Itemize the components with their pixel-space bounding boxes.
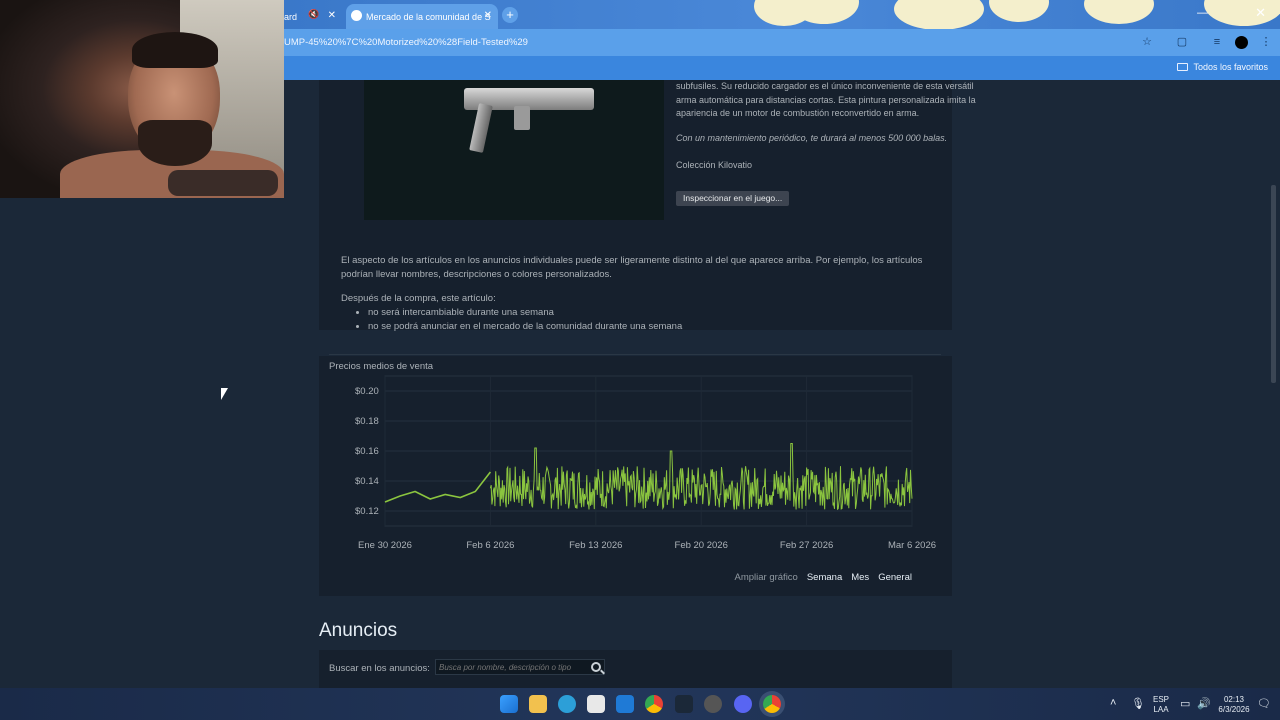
range-week-link[interactable]: Semana: [807, 572, 842, 583]
y-tick-label: $0.14: [355, 476, 379, 487]
price-history-chart: $0.20 $0.18 $0.16 $0.14 $0.12 Ene 30 2026 Feb …: [319, 356, 952, 596]
search-label: Buscar en los anuncios:: [329, 663, 430, 674]
tab-active-label: Mercado de la comunidad de S: [366, 11, 491, 22]
volume-icon[interactable]: 🔊: [1197, 697, 1211, 710]
webcam-person-hands: [168, 170, 278, 196]
chart-canvas[interactable]: $0.20 $0.18 $0.16 $0.14 $0.12 Ene 30 2026 Feb …: [319, 356, 952, 596]
cloud-decoration: [894, 0, 984, 29]
x-tick-label: Ene 30 2026: [358, 540, 412, 551]
chart-range-controls: Ampliar gráfico Semana Mes General: [734, 572, 912, 583]
url-text[interactable]: UMP-45%20%7C%20Motorized%20%28Field-Test…: [284, 37, 528, 48]
language-code: ESP: [1153, 695, 1170, 704]
cloud-decoration: [1084, 0, 1154, 24]
range-general-link[interactable]: General: [878, 572, 912, 583]
search-icon[interactable]: [591, 662, 601, 672]
x-tick-label: Feb 13 2026: [569, 540, 622, 551]
app-icon[interactable]: [704, 695, 722, 713]
browser-tab-bar: ard 🔇 ✕ Mercado de la comunidad de S ✕ +…: [284, 0, 1280, 29]
mute-icon[interactable]: 🔇: [308, 9, 319, 20]
tab-previous-label: ard: [284, 11, 298, 22]
cloud-decoration: [1204, 0, 1280, 26]
inspect-in-game-button[interactable]: Inspeccionar en el juego...: [676, 191, 790, 206]
x-tick-label: Feb 20 2026: [675, 540, 728, 551]
range-month-link[interactable]: Mes: [851, 572, 869, 583]
notifications-icon[interactable]: 🗨: [1257, 697, 1271, 710]
search-input[interactable]: [435, 659, 605, 675]
chrome-icon[interactable]: [645, 695, 663, 713]
discord-icon[interactable]: [734, 695, 752, 713]
item-image: [364, 80, 664, 220]
clock[interactable]: 02:13 6/3/2026: [1216, 695, 1252, 715]
store-icon[interactable]: [587, 695, 605, 713]
chart-title: Precios medios de venta: [329, 361, 434, 372]
listings-heading: Anuncios: [319, 620, 398, 641]
bookmarks-bar: Todos los favoritos: [284, 56, 1280, 80]
tab-previous[interactable]: ard 🔇 ✕: [284, 4, 342, 29]
edge-icon[interactable]: [558, 695, 576, 713]
address-bar[interactable]: UMP-45%20%7C%20Motorized%20%28Field-Test…: [284, 29, 1280, 56]
item-collection: Colección Kilovatio: [676, 160, 753, 170]
x-tick-label: Feb 6 2026: [466, 540, 514, 551]
weapon-magazine: [514, 106, 530, 130]
windows-taskbar: ˄ 🎙 ESP LAA ▭ 🔊 02:13 6/3/2026 🗨: [0, 688, 1280, 720]
chrome-active-icon[interactable]: [763, 695, 781, 713]
star-icon[interactable]: ☆: [1141, 36, 1153, 48]
network-icon[interactable]: ▭: [1180, 697, 1190, 710]
mouse-cursor: [221, 388, 228, 400]
profile-avatar[interactable]: [1235, 36, 1248, 49]
menu-icon[interactable]: ⋮: [1260, 36, 1272, 48]
tab-active[interactable]: Mercado de la comunidad de S ✕: [346, 4, 498, 29]
x-tick-label: Mar 6 2026: [888, 540, 936, 551]
reading-list-icon[interactable]: ≡: [1211, 36, 1223, 48]
minimize-icon[interactable]: —: [1197, 7, 1208, 19]
appearance-note: El aspecto de los artículos en los anunc…: [341, 255, 923, 280]
language-indicator[interactable]: ESP LAA: [1153, 695, 1169, 715]
close-icon[interactable]: ✕: [328, 10, 336, 21]
x-tick-label: Feb 27 2026: [780, 540, 833, 551]
close-icon[interactable]: ✕: [484, 10, 492, 21]
y-tick-label: $0.12: [355, 506, 379, 517]
item-quote: Con un mantenimiento periódico, te durar…: [676, 133, 948, 143]
clock-time: 02:13: [1223, 695, 1245, 704]
webcam-person-beard: [138, 120, 212, 166]
webcam-overlay: [0, 0, 284, 198]
list-item: no se podrá anunciar en el mercado de la…: [368, 320, 682, 334]
steam-taskbar-icon[interactable]: [675, 695, 693, 713]
mail-icon[interactable]: [616, 695, 634, 713]
divider: [329, 354, 941, 355]
y-tick-label: $0.16: [355, 446, 379, 457]
market-page: subfusiles. Su reducido cargador es el ú…: [284, 80, 1280, 688]
webcam-person-hair: [132, 32, 218, 68]
window-close-icon[interactable]: ✕: [1255, 5, 1266, 21]
list-item: no será intercambiable durante una seman…: [368, 306, 682, 320]
keyboard-layout: LAA: [1153, 705, 1169, 714]
item-description: subfusiles. Su reducido cargador es el ú…: [676, 81, 976, 118]
clock-date: 6/3/2026: [1218, 705, 1250, 714]
restriction-list: no será intercambiable durante una seman…: [368, 306, 682, 333]
listings-search-panel: Buscar en los anuncios:: [319, 650, 952, 688]
weapon-grip: [469, 103, 493, 153]
steam-icon: [351, 10, 362, 21]
extensions-icon[interactable]: ▢: [1176, 36, 1188, 48]
all-bookmarks-folder[interactable]: Todos los favoritos: [1177, 62, 1268, 72]
y-tick-label: $0.18: [355, 416, 379, 427]
start-icon[interactable]: [500, 695, 518, 713]
all-bookmarks-label: Todos los favoritos: [1193, 62, 1268, 72]
cloud-decoration: [989, 0, 1049, 22]
new-tab-button[interactable]: +: [502, 7, 518, 23]
y-tick-label: $0.20: [355, 386, 379, 397]
after-purchase-label: Después de la compra, este artículo:: [341, 293, 496, 304]
file-explorer-icon[interactable]: [529, 695, 547, 713]
folder-icon: [1177, 63, 1189, 71]
zoom-chart-label: Ampliar gráfico: [734, 572, 798, 583]
chevron-up-icon[interactable]: ˄: [1110, 697, 1116, 709]
microphone-icon[interactable]: 🎙: [1131, 697, 1145, 710]
scrollbar[interactable]: [1271, 185, 1276, 383]
